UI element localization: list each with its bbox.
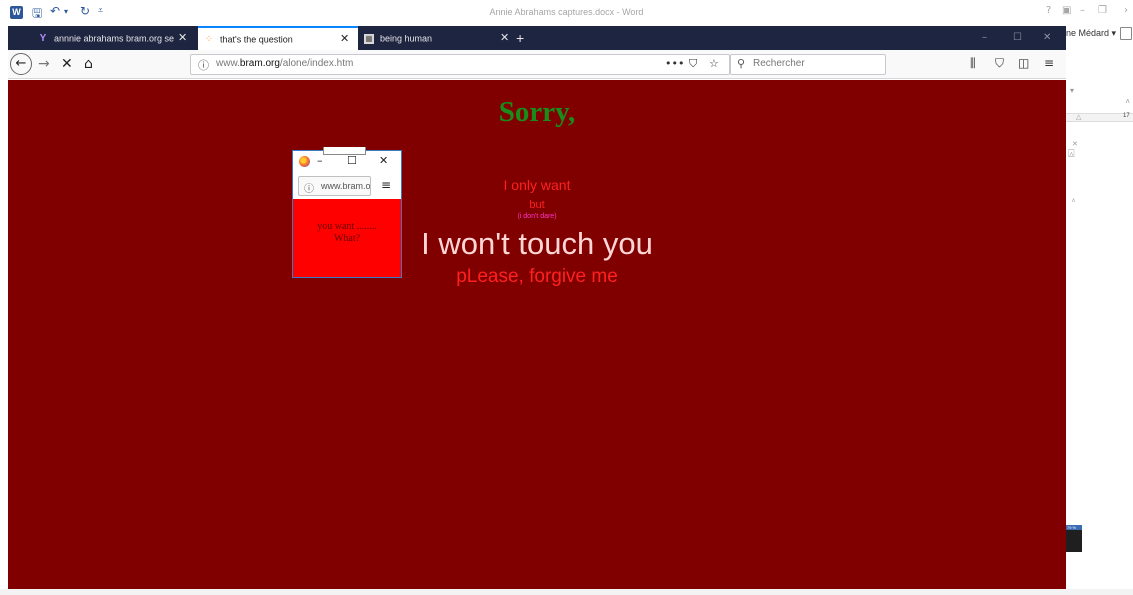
word-close-icon[interactable]: ›: [1124, 5, 1128, 16]
ribbon-display-icon[interactable]: ▣: [1062, 5, 1071, 16]
popup-url-bar[interactable]: ⓘ www.bram.o: [298, 176, 371, 196]
firefox-close-icon[interactable]: ✕: [1043, 26, 1051, 50]
site-info-icon[interactable]: ⓘ: [198, 57, 209, 73]
ribbon-collapse-icon[interactable]: ʌ: [1126, 98, 1130, 105]
popup-resize-handle[interactable]: [323, 147, 366, 155]
word-zoom-level: 79 %: [1067, 525, 1077, 530]
forward-button-icon[interactable]: →: [38, 55, 50, 73]
search-input[interactable]: Rechercher: [753, 58, 805, 69]
firefox-tab-bar: Yannnie abrahams bram.org se ✕ ⁘ that's t…: [8, 26, 1066, 50]
page-favicon-icon: ▦: [364, 33, 374, 44]
tab-label: that's the question: [220, 34, 293, 45]
pane-close-icon[interactable]: ✕: [1072, 140, 1078, 148]
shield-icon[interactable]: ⛉: [995, 56, 1004, 71]
word-help-button[interactable]: ?: [1046, 5, 1051, 16]
ribbon-caret-icon[interactable]: ▾: [1070, 86, 1074, 95]
tab-label: annnie abrahams bram.org se: [54, 33, 175, 44]
firefox-maximize-icon[interactable]: ☐: [1013, 26, 1022, 50]
popup-close-icon[interactable]: ✕: [379, 154, 388, 167]
tab-label: being human: [380, 33, 433, 44]
word-document-area: [1066, 26, 1133, 595]
word-minimize-icon[interactable]: –: [1080, 5, 1085, 16]
url-prefix: www.: [216, 58, 240, 69]
word-user-avatar-icon[interactable]: [1120, 27, 1132, 40]
loading-favicon-icon: ⁘: [204, 33, 214, 45]
new-tab-button[interactable]: +: [516, 26, 524, 50]
yahoo-icon: Y: [39, 32, 47, 44]
word-user-name[interactable]: ne Médard ▾: [1066, 28, 1116, 39]
firefox-logo-icon: [299, 156, 310, 167]
popup-content: you want ........ What?: [293, 199, 401, 277]
user-caret-icon: ▾: [1111, 28, 1117, 38]
taskbar-strip: [0, 589, 1133, 595]
text-dont-dare: (i don't dare): [517, 213, 557, 220]
firefox-navigation-bar: ← → ✕ ⌂ ⓘ www.bram.org/alone/index.htm •…: [8, 50, 1066, 79]
url-path: /alone/index.htm: [279, 58, 354, 69]
text-but: but: [529, 199, 545, 211]
popup-maximize-icon[interactable]: ☐: [347, 154, 357, 167]
word-restore-icon[interactable]: ❐: [1098, 5, 1107, 16]
search-bar[interactable]: ⚲ Rechercher: [730, 54, 886, 75]
tab-yahoo-search[interactable]: Yannnie abrahams bram.org se: [38, 26, 198, 50]
word-window-title: Annie Abrahams captures.docx - Word: [489, 7, 644, 17]
tab-close-icon[interactable]: ✕: [178, 26, 187, 50]
text-only-want: I only want: [503, 177, 571, 193]
popup-menu-icon[interactable]: ≡: [381, 178, 391, 192]
web-page-content: Sorry, I only want but (i don't dare) I …: [8, 80, 1066, 589]
pocket-icon[interactable]: ⛉: [689, 57, 697, 71]
bookmark-star-icon[interactable]: ☆: [709, 57, 719, 70]
ruler-indent-icon[interactable]: △: [1076, 113, 1081, 121]
popup-line-you-want: you want ........: [317, 221, 377, 232]
tab-close-icon[interactable]: ✕: [340, 28, 349, 50]
back-button-icon[interactable]: ←: [10, 53, 32, 75]
pane-scroll-icon[interactable]: ʌ: [1072, 198, 1075, 204]
menu-icon[interactable]: ≡: [1044, 56, 1054, 70]
screen: W 🖫 ↶ ▾ ↻ ⩡ Annie Abrahams captures.docx…: [0, 0, 1133, 595]
url-text[interactable]: www.bram.org/alone/index.htm: [216, 58, 353, 69]
word-titlebar: W 🖫 ↶ ▾ ↻ ⩡ Annie Abrahams captures.docx…: [0, 0, 1133, 26]
url-bar[interactable]: ⓘ www.bram.org/alone/index.htm ••• ⛉ ☆: [190, 54, 730, 75]
page-actions-icon[interactable]: •••: [665, 57, 684, 70]
text-forgive-me: pLease, forgive me: [456, 266, 618, 287]
text-wont-touch: I won't touch you: [421, 226, 653, 261]
word-user-label: ne Médard: [1066, 28, 1110, 38]
search-icon: ⚲: [737, 57, 746, 70]
page-heading: Sorry,: [498, 96, 576, 128]
tab-close-icon[interactable]: ✕: [500, 26, 509, 50]
sidebar-icon[interactable]: ◫: [1018, 56, 1029, 70]
home-icon[interactable]: ⌂: [84, 55, 93, 73]
ruler-number: 17: [1123, 113, 1130, 119]
stop-loading-icon[interactable]: ✕: [61, 55, 73, 73]
firefox-minimize-icon[interactable]: –: [982, 26, 987, 50]
popup-line-what: What?: [333, 233, 361, 244]
popup-url-text: www.bram.o: [321, 181, 371, 191]
tab-being-human[interactable]: ▦ being human: [364, 26, 514, 50]
pane-person-icon: ⍓: [1068, 148, 1075, 160]
popup-info-icon[interactable]: ⓘ: [304, 180, 314, 195]
tab-thats-the-question[interactable]: ⁘ that's the question ✕: [198, 26, 358, 50]
popup-minimize-icon[interactable]: –: [317, 154, 323, 167]
url-domain: bram.org: [239, 58, 280, 69]
popup-message: you want ........ What?: [293, 221, 401, 245]
library-icon[interactable]: ⫼: [970, 56, 976, 71]
popup-window[interactable]: – ☐ ✕ ⓘ www.bram.o ≡ you want ........ W…: [292, 150, 402, 278]
